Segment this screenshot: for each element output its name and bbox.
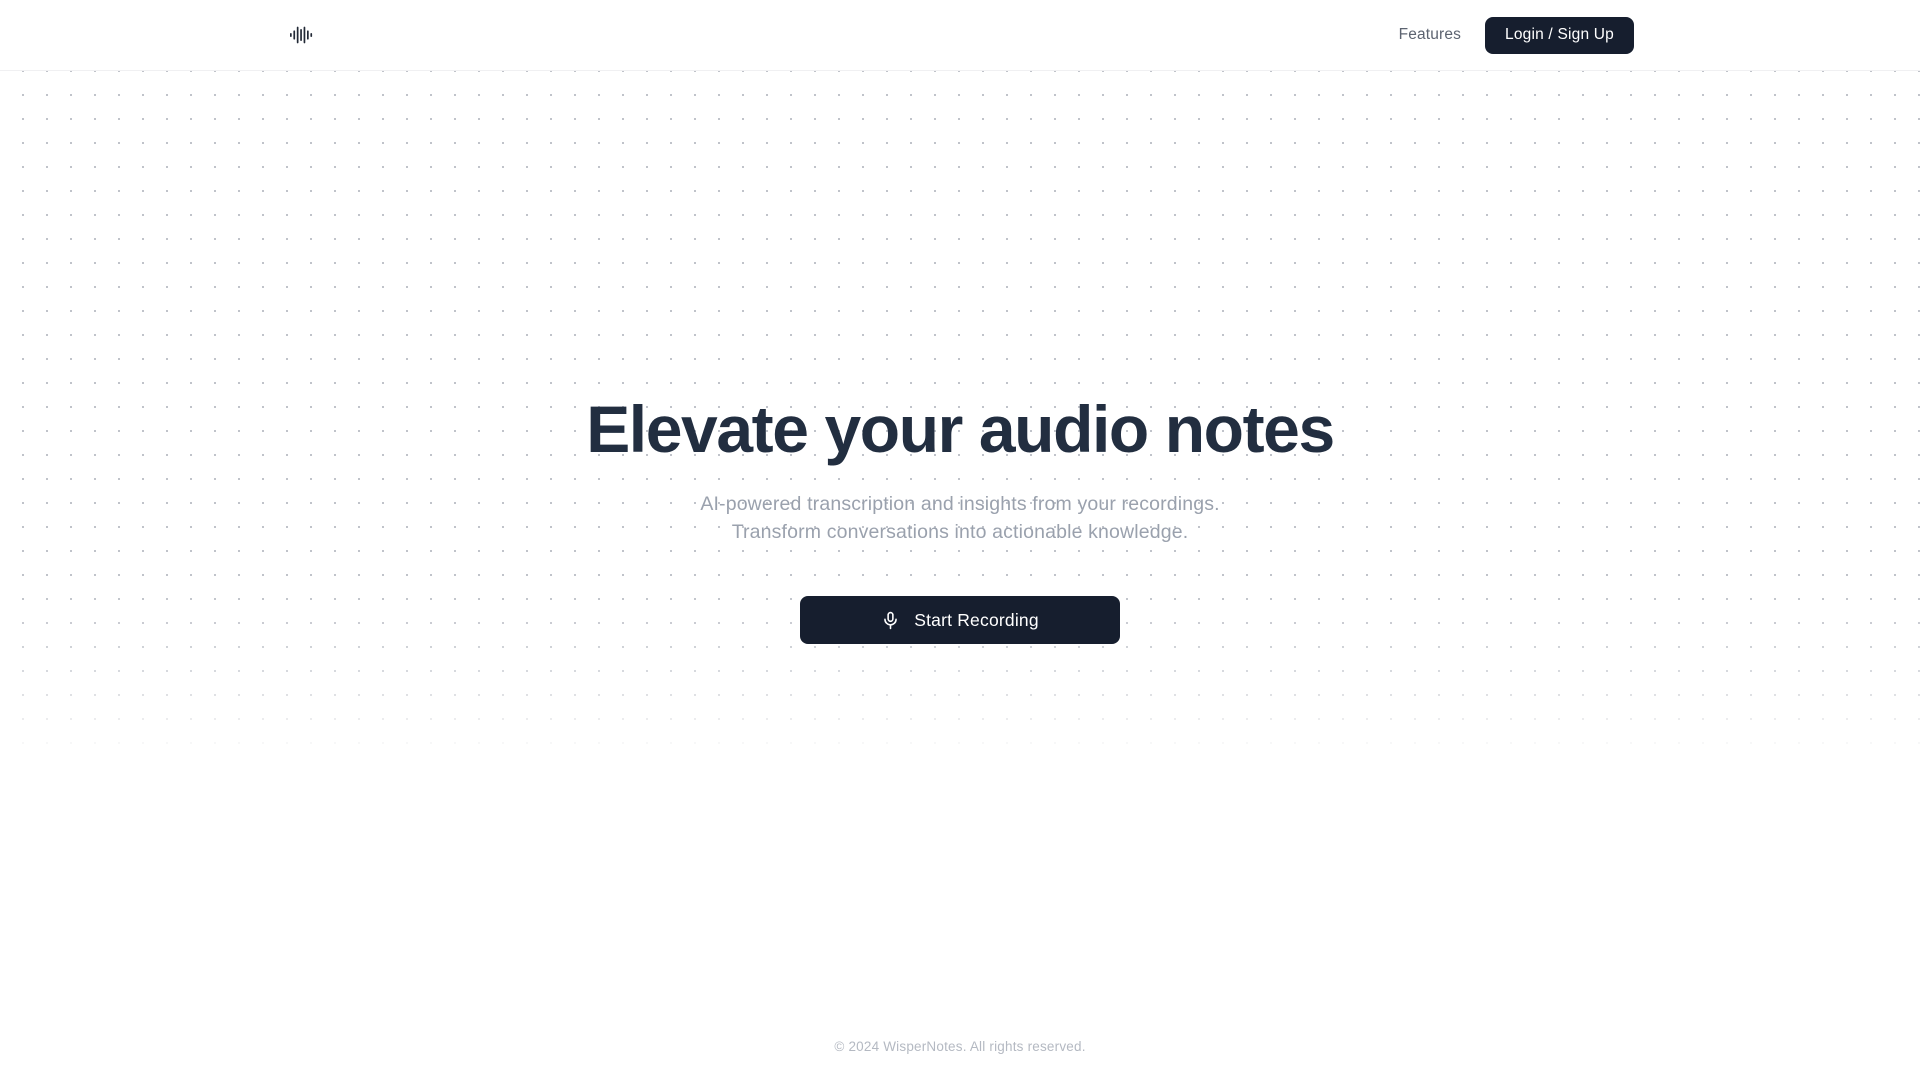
hero-subtitle: AI-powered transcription and insights fr… xyxy=(700,490,1219,546)
microphone-icon xyxy=(884,611,898,630)
landing-page: WisperNotes Features Login / Sign Up Ele… xyxy=(0,0,1920,1080)
start-recording-label: Start Recording xyxy=(914,609,1039,630)
hero-content: Elevate your audio notes AI-powered tran… xyxy=(0,71,1920,645)
header-nav: Features Login / Sign Up xyxy=(1397,16,1634,54)
audio-waveform-icon xyxy=(290,26,313,44)
footer-copyright: © 2024 WisperNotes. All rights reserved. xyxy=(834,1039,1086,1054)
hero-subtitle-line-2: Transform conversations into actionable … xyxy=(731,521,1189,544)
login-signup-button[interactable]: Login / Sign Up xyxy=(1485,16,1634,54)
site-header: WisperNotes Features Login / Sign Up xyxy=(0,0,1920,71)
page-title: Elevate your audio notes xyxy=(586,392,1335,466)
hero-section: Elevate your audio notes AI-powered tran… xyxy=(0,71,1920,1039)
hero-subtitle-line-1: AI-powered transcription and insights fr… xyxy=(700,493,1220,516)
nav-link-features[interactable]: Features xyxy=(1397,21,1463,49)
start-recording-button[interactable]: Start Recording xyxy=(800,596,1120,645)
site-footer: © 2024 WisperNotes. All rights reserved. xyxy=(0,1039,1920,1080)
brand-logo[interactable]: WisperNotes xyxy=(288,0,314,70)
